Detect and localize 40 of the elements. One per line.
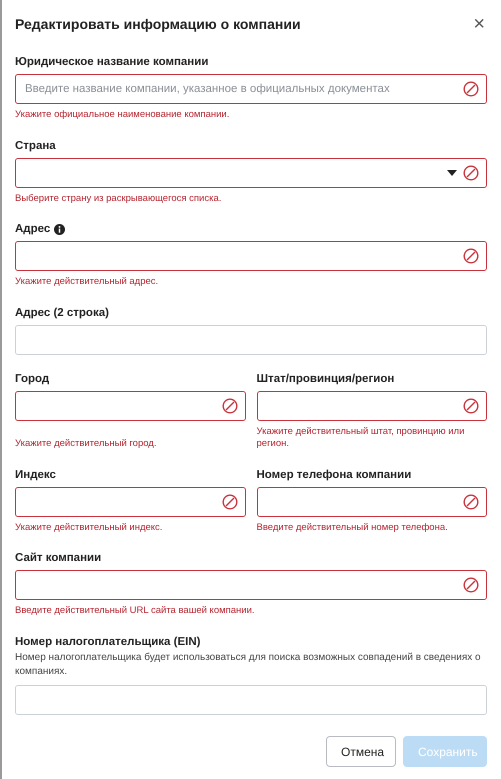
caret-icon xyxy=(447,170,457,176)
field-label: Номер телефона компании xyxy=(256,468,412,480)
input-field[interactable] xyxy=(15,390,246,420)
field-label: Номер налогоплательщика (EIN) xyxy=(15,636,200,648)
error-message: Укажите действительный адрес. xyxy=(15,276,160,288)
input-field[interactable] xyxy=(256,390,487,420)
error-icon xyxy=(463,81,479,97)
cancel-button[interactable]: Отмена xyxy=(326,736,396,767)
error-icon xyxy=(463,248,479,264)
error-message: Выберите страну из раскрывающегося списка. xyxy=(15,192,222,205)
error-icon xyxy=(222,494,238,510)
dialog-title: Редактировать информацию о компании xyxy=(15,16,301,32)
error-message: Укажите официальное наименование компании. xyxy=(15,109,230,122)
error-message: Укажите действительный город. xyxy=(15,438,158,450)
country-select[interactable] xyxy=(15,158,487,188)
field-label: Страна xyxy=(15,140,56,152)
field-label: Город xyxy=(15,372,50,384)
field-label: Юридическое название компании xyxy=(15,56,208,68)
field-label: Индекс xyxy=(15,468,56,480)
error-icon xyxy=(463,577,479,593)
field-label: Штат/провинция/регион xyxy=(256,372,394,384)
error-message: Укажите действительный индекс. xyxy=(15,522,164,534)
input-field[interactable] xyxy=(256,486,487,516)
error-icon xyxy=(463,164,479,180)
close-button[interactable]: × xyxy=(471,14,487,34)
error-icon xyxy=(222,398,238,414)
field-label: Адрес xyxy=(15,223,50,235)
input-field[interactable] xyxy=(15,486,246,516)
error-icon xyxy=(463,494,479,510)
field-label: Сайт компании xyxy=(15,552,102,564)
error-message: Укажите действительный штат, провинцию или регион. xyxy=(256,426,466,450)
input-field[interactable]: Введите название компании, указанное в официальных документах xyxy=(15,74,487,104)
field-label: Адрес (2 строка) xyxy=(15,306,109,318)
input-field[interactable] xyxy=(15,241,487,271)
error-message: Введите действительный номер телефона. xyxy=(256,522,449,534)
info-icon[interactable] xyxy=(54,224,66,234)
field-hint: Номер налогоплательщика будет использоваться для поиска возможных совпадений в сведениях о компаниях. xyxy=(15,650,482,678)
input-field[interactable] xyxy=(15,570,487,600)
error-icon xyxy=(463,398,479,414)
error-message: Введите действительный URL сайта вашей компании. xyxy=(15,605,256,618)
